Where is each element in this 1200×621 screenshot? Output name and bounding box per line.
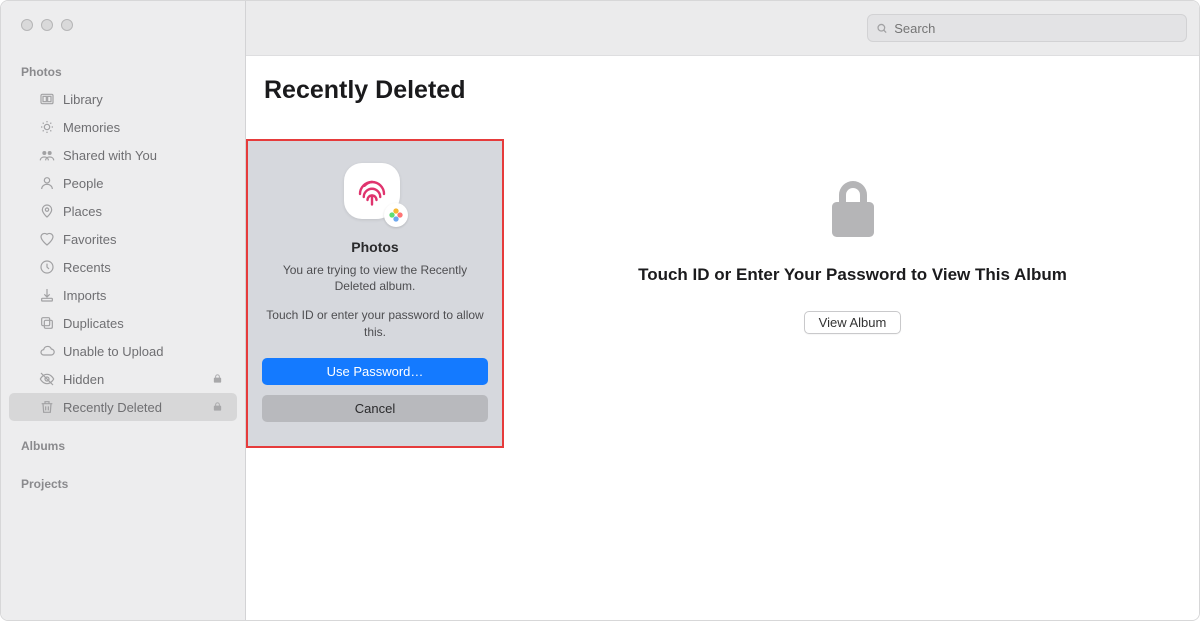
sidebar-item-places[interactable]: Places [9,197,237,225]
sidebar-item-imports[interactable]: Imports [9,281,237,309]
sidebar-item-hidden[interactable]: Hidden [9,365,237,393]
fingerprint-icon [354,173,390,209]
sidebar-item-shared-with-you[interactable]: Shared with You [9,141,237,169]
sidebar-item-recents[interactable]: Recents [9,253,237,281]
recents-icon [39,259,55,275]
close-window-button[interactable] [21,19,33,31]
search-input[interactable] [894,21,1178,36]
lock-icon [212,372,223,387]
app-window: Photos Library Memories Shared with You Peo… [0,0,1200,621]
page-title: Recently Deleted [264,76,1183,105]
section-projects[interactable]: Projects [1,473,245,497]
cloud-icon [39,343,55,359]
touchid-app-icon [344,163,406,225]
dialog-instruction: Touch ID or enter your password to allow… [262,307,488,339]
dialog-app-name: Photos [262,239,488,255]
sidebar-item-label: Shared with You [63,148,223,163]
sidebar-item-unable-to-upload[interactable]: Unable to Upload [9,337,237,365]
photos-app-badge-icon [384,203,408,227]
sidebar-item-label: People [63,176,223,191]
duplicates-icon [39,315,55,331]
zoom-window-button[interactable] [61,19,73,31]
memories-icon [39,119,55,135]
places-icon [39,203,55,219]
hidden-icon [39,371,55,387]
search-icon [876,22,888,35]
window-controls [1,19,245,61]
locked-album-heading: Touch ID or Enter Your Password to View … [506,265,1199,285]
sidebar-item-label: Imports [63,288,223,303]
view-album-button[interactable]: View Album [804,311,902,334]
toolbar [246,1,1199,56]
main-area: Recently Deleted Touch ID or Enter Your … [246,1,1199,620]
cancel-button[interactable]: Cancel [262,395,488,422]
sidebar-item-recently-deleted[interactable]: Recently Deleted [9,393,237,421]
search-field[interactable] [867,14,1187,42]
section-photos: Photos [1,61,245,85]
minimize-window-button[interactable] [41,19,53,31]
dialog-message: You are trying to view the Recently Dele… [262,262,488,294]
auth-dialog: Photos You are trying to view the Recent… [246,139,504,448]
lock-icon [825,176,881,242]
sidebar-item-label: Unable to Upload [63,344,223,359]
sidebar-item-label: Memories [63,120,223,135]
imports-icon [39,287,55,303]
sidebar-item-memories[interactable]: Memories [9,113,237,141]
sidebar-item-label: Favorites [63,232,223,247]
sidebar-item-label: Recents [63,260,223,275]
favorites-icon [39,231,55,247]
use-password-button[interactable]: Use Password… [262,358,488,385]
sidebar-item-label: Library [63,92,223,107]
sidebar-item-library[interactable]: Library [9,85,237,113]
locked-album-state: Touch ID or Enter Your Password to View … [506,176,1199,334]
content-area: Recently Deleted Touch ID or Enter Your … [246,56,1199,620]
sidebar-item-duplicates[interactable]: Duplicates [9,309,237,337]
people-icon [39,175,55,191]
sidebar-item-label: Hidden [63,372,204,387]
sidebar-item-favorites[interactable]: Favorites [9,225,237,253]
trash-icon [39,399,55,415]
library-icon [39,91,55,107]
sidebar: Photos Library Memories Shared with You Peo… [1,1,246,620]
sidebar-item-label: Duplicates [63,316,223,331]
lock-icon [212,400,223,415]
sidebar-item-label: Places [63,204,223,219]
section-albums[interactable]: Albums [1,435,245,459]
shared-icon [39,147,55,163]
sidebar-item-label: Recently Deleted [63,400,204,415]
sidebar-item-people[interactable]: People [9,169,237,197]
